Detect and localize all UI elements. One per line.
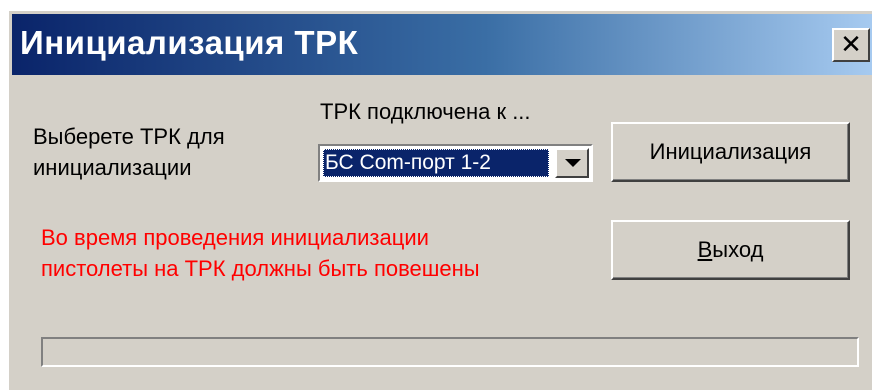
select-trk-label-line1: Выберете ТРК для bbox=[33, 124, 225, 149]
close-icon: ✕ bbox=[840, 30, 862, 60]
select-trk-label-line2: инициализации bbox=[33, 155, 192, 180]
exit-button-label: Выход bbox=[698, 237, 764, 263]
select-trk-label: Выберете ТРК для инициализации bbox=[33, 121, 225, 183]
port-select-value: БС Com-порт 1-2 bbox=[323, 149, 549, 177]
initialize-button[interactable]: Инициализация bbox=[611, 122, 850, 182]
port-select[interactable]: БС Com-порт 1-2 bbox=[318, 144, 593, 182]
chevron-down-icon[interactable] bbox=[555, 148, 589, 178]
warning-line2: пистолеты на ТРК должны быть повешены bbox=[41, 256, 480, 281]
dialog-window: Инициализация ТРК ✕ Выберете ТРК для ини… bbox=[8, 10, 872, 390]
warning-message: Во время проведения инициализации пистол… bbox=[41, 222, 601, 284]
exit-button[interactable]: Выход bbox=[611, 220, 850, 280]
exit-accelerator: В bbox=[697, 237, 713, 262]
window-title: Инициализация ТРК bbox=[20, 24, 359, 61]
connection-label: ТРК подключена к ... bbox=[320, 99, 531, 124]
warning-line1: Во время проведения инициализации bbox=[41, 225, 429, 250]
progress-bar bbox=[41, 337, 859, 367]
title-bar[interactable]: Инициализация ТРК ✕ bbox=[12, 14, 872, 75]
close-button[interactable]: ✕ bbox=[832, 28, 870, 62]
initialize-button-label: Инициализация bbox=[649, 139, 812, 164]
exit-label-rest: ыход bbox=[712, 237, 764, 262]
